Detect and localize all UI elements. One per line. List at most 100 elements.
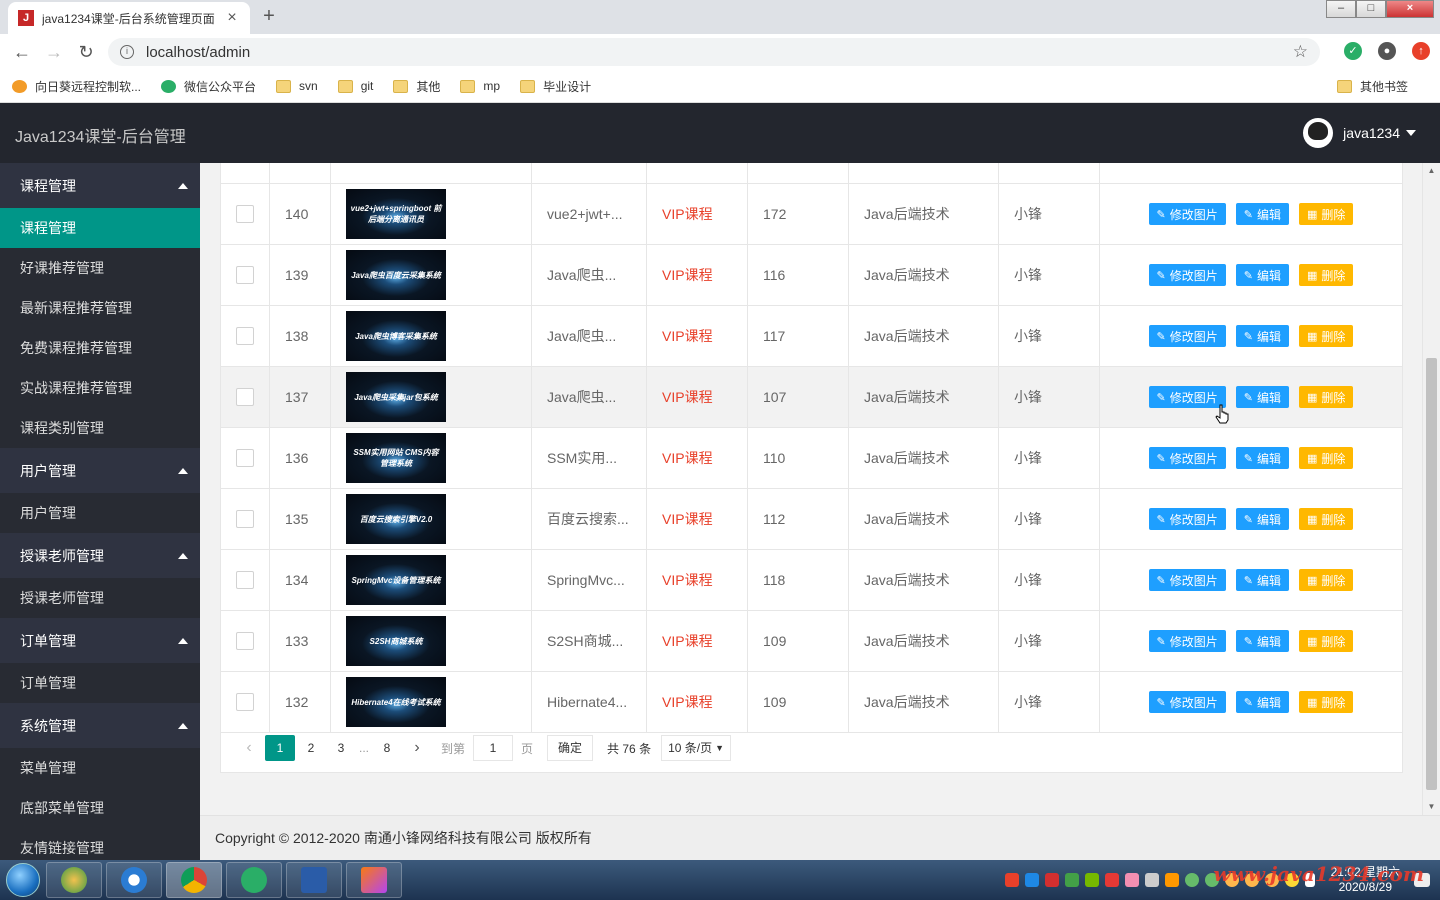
- edit-button[interactable]: ✎ 编辑: [1235, 447, 1290, 469]
- new-tab-plus-icon[interactable]: +: [256, 5, 282, 29]
- edit-button[interactable]: ✎ 编辑: [1235, 691, 1290, 713]
- delete-button[interactable]: ▦ 删除: [1299, 508, 1354, 530]
- page-1[interactable]: 1: [265, 735, 295, 761]
- page-scrollbar[interactable]: ▲ ▼: [1422, 163, 1440, 815]
- edit-image-button[interactable]: ✎ 修改图片: [1148, 203, 1226, 225]
- delete-button[interactable]: ▦ 删除: [1299, 203, 1354, 225]
- sidebar-item-course-category[interactable]: 课程类别管理: [0, 408, 200, 448]
- taskbar-app-intellij[interactable]: [346, 862, 402, 898]
- edit-button[interactable]: ✎ 编辑: [1235, 264, 1290, 286]
- scroll-up-icon[interactable]: ▲: [1423, 163, 1440, 179]
- tray-app-icon[interactable]: [1104, 873, 1119, 887]
- maximize-icon[interactable]: □: [1356, 0, 1386, 18]
- sidebar-group-order[interactable]: 订单管理: [0, 618, 200, 663]
- page-3[interactable]: 3: [327, 735, 355, 761]
- back-arrow-icon[interactable]: ←: [6, 42, 38, 63]
- sidebar-item-new-course[interactable]: 最新课程推荐管理: [0, 288, 200, 328]
- taskbar-app-browser[interactable]: [106, 862, 162, 898]
- sidebar-item-user-manage[interactable]: 用户管理: [0, 493, 200, 533]
- page-2[interactable]: 2: [297, 735, 325, 761]
- row-checkbox[interactable]: [236, 693, 254, 711]
- sidebar-item-menu-manage[interactable]: 菜单管理: [0, 748, 200, 788]
- scroll-down-icon[interactable]: ▼: [1423, 799, 1440, 815]
- user-name[interactable]: java1234: [1343, 125, 1400, 141]
- page-size-select[interactable]: 10 条/页 ▼: [661, 735, 732, 761]
- sidebar-item-practical-course[interactable]: 实战课程推荐管理: [0, 368, 200, 408]
- bookmark-star-icon[interactable]: ☆: [1293, 42, 1308, 62]
- delete-button[interactable]: ▦ 删除: [1299, 325, 1354, 347]
- scrollbar-thumb[interactable]: [1426, 358, 1437, 790]
- tray-app-icon[interactable]: [1144, 873, 1159, 887]
- url-omnibox[interactable]: i localhost/admin ☆: [108, 38, 1320, 66]
- extension-update-icon[interactable]: ↑: [1412, 42, 1430, 60]
- tray-app-icon[interactable]: [1164, 873, 1179, 887]
- edit-button[interactable]: ✎ 编辑: [1235, 386, 1290, 408]
- bookmark-folder[interactable]: mp: [460, 79, 500, 93]
- sidebar-group-teacher[interactable]: 授课老师管理: [0, 533, 200, 578]
- avatar[interactable]: [1303, 118, 1334, 148]
- edit-image-button[interactable]: ✎ 修改图片: [1148, 447, 1226, 469]
- extension-check-icon[interactable]: ✓: [1344, 42, 1362, 60]
- reload-icon[interactable]: ↻: [70, 42, 102, 63]
- site-info-icon[interactable]: i: [120, 45, 134, 59]
- sidebar-item-teacher-manage[interactable]: 授课老师管理: [0, 578, 200, 618]
- bookmark-item[interactable]: 微信公众平台: [161, 78, 256, 95]
- delete-button[interactable]: ▦ 删除: [1299, 386, 1354, 408]
- next-page-icon[interactable]: ›: [403, 735, 431, 761]
- window-close-icon[interactable]: ×: [1386, 0, 1434, 18]
- row-checkbox[interactable]: [236, 388, 254, 406]
- prev-page-icon[interactable]: ‹: [235, 735, 263, 761]
- sidebar-item-free-course[interactable]: 免费课程推荐管理: [0, 328, 200, 368]
- sidebar-group-system[interactable]: 系统管理: [0, 703, 200, 748]
- edit-button[interactable]: ✎ 编辑: [1235, 569, 1290, 591]
- taskbar-app-editor[interactable]: [286, 862, 342, 898]
- tray-wechat-icon[interactable]: [1184, 873, 1199, 887]
- edit-image-button[interactable]: ✎ 修改图片: [1148, 691, 1226, 713]
- delete-button[interactable]: ▦ 删除: [1299, 630, 1354, 652]
- sidebar-item-order-manage[interactable]: 订单管理: [0, 663, 200, 703]
- browser-tab[interactable]: J java1234课堂-后台系统管理页面 ×: [8, 2, 250, 34]
- tray-app-icon[interactable]: [1044, 873, 1059, 887]
- sidebar-item-friend-links[interactable]: 友情链接管理: [0, 828, 200, 860]
- row-checkbox[interactable]: [236, 571, 254, 589]
- tray-app-icon[interactable]: [1124, 873, 1139, 887]
- tray-shield-icon[interactable]: [1064, 873, 1079, 887]
- page-8[interactable]: 8: [373, 735, 401, 761]
- row-checkbox[interactable]: [236, 510, 254, 528]
- sidebar-group-user[interactable]: 用户管理: [0, 448, 200, 493]
- edit-button[interactable]: ✎ 编辑: [1235, 630, 1290, 652]
- bookmark-item[interactable]: 向日葵远程控制软...: [12, 78, 141, 95]
- goto-page-input[interactable]: 1: [473, 735, 514, 761]
- bookmark-folder[interactable]: 其他: [393, 78, 440, 95]
- row-checkbox[interactable]: [236, 327, 254, 345]
- url-text[interactable]: localhost/admin: [146, 44, 1293, 61]
- row-checkbox[interactable]: [236, 266, 254, 284]
- tray-nvidia-icon[interactable]: [1084, 873, 1099, 887]
- other-bookmarks-folder[interactable]: 其他书签: [1336, 78, 1408, 95]
- profile-icon[interactable]: ●: [1378, 42, 1396, 60]
- edit-image-button[interactable]: ✎ 修改图片: [1148, 508, 1226, 530]
- delete-button[interactable]: ▦ 删除: [1299, 691, 1354, 713]
- tray-app-icon[interactable]: [1004, 873, 1019, 887]
- edit-image-button[interactable]: ✎ 修改图片: [1148, 264, 1226, 286]
- sidebar-item-footer-menu[interactable]: 底部菜单管理: [0, 788, 200, 828]
- taskbar-app-photos[interactable]: [46, 862, 102, 898]
- delete-button[interactable]: ▦ 删除: [1299, 569, 1354, 591]
- tray-app-icon[interactable]: [1024, 873, 1039, 887]
- sidebar-item-course-manage[interactable]: 课程管理: [0, 208, 200, 248]
- row-checkbox[interactable]: [236, 449, 254, 467]
- edit-button[interactable]: ✎ 编辑: [1235, 203, 1290, 225]
- minimize-icon[interactable]: –: [1326, 0, 1356, 18]
- bookmark-folder[interactable]: svn: [276, 79, 318, 93]
- taskbar-app-wechat[interactable]: [226, 862, 282, 898]
- bookmark-folder[interactable]: 毕业设计: [520, 78, 591, 95]
- edit-image-button[interactable]: ✎ 修改图片: [1148, 325, 1226, 347]
- row-checkbox[interactable]: [236, 632, 254, 650]
- delete-button[interactable]: ▦ 删除: [1299, 264, 1354, 286]
- start-button[interactable]: [0, 860, 46, 900]
- tab-close-icon[interactable]: ×: [224, 9, 240, 27]
- user-menu[interactable]: java1234: [1303, 118, 1416, 148]
- taskbar-app-chrome[interactable]: [166, 862, 222, 898]
- row-checkbox[interactable]: [236, 205, 254, 223]
- bookmark-folder[interactable]: git: [337, 79, 373, 93]
